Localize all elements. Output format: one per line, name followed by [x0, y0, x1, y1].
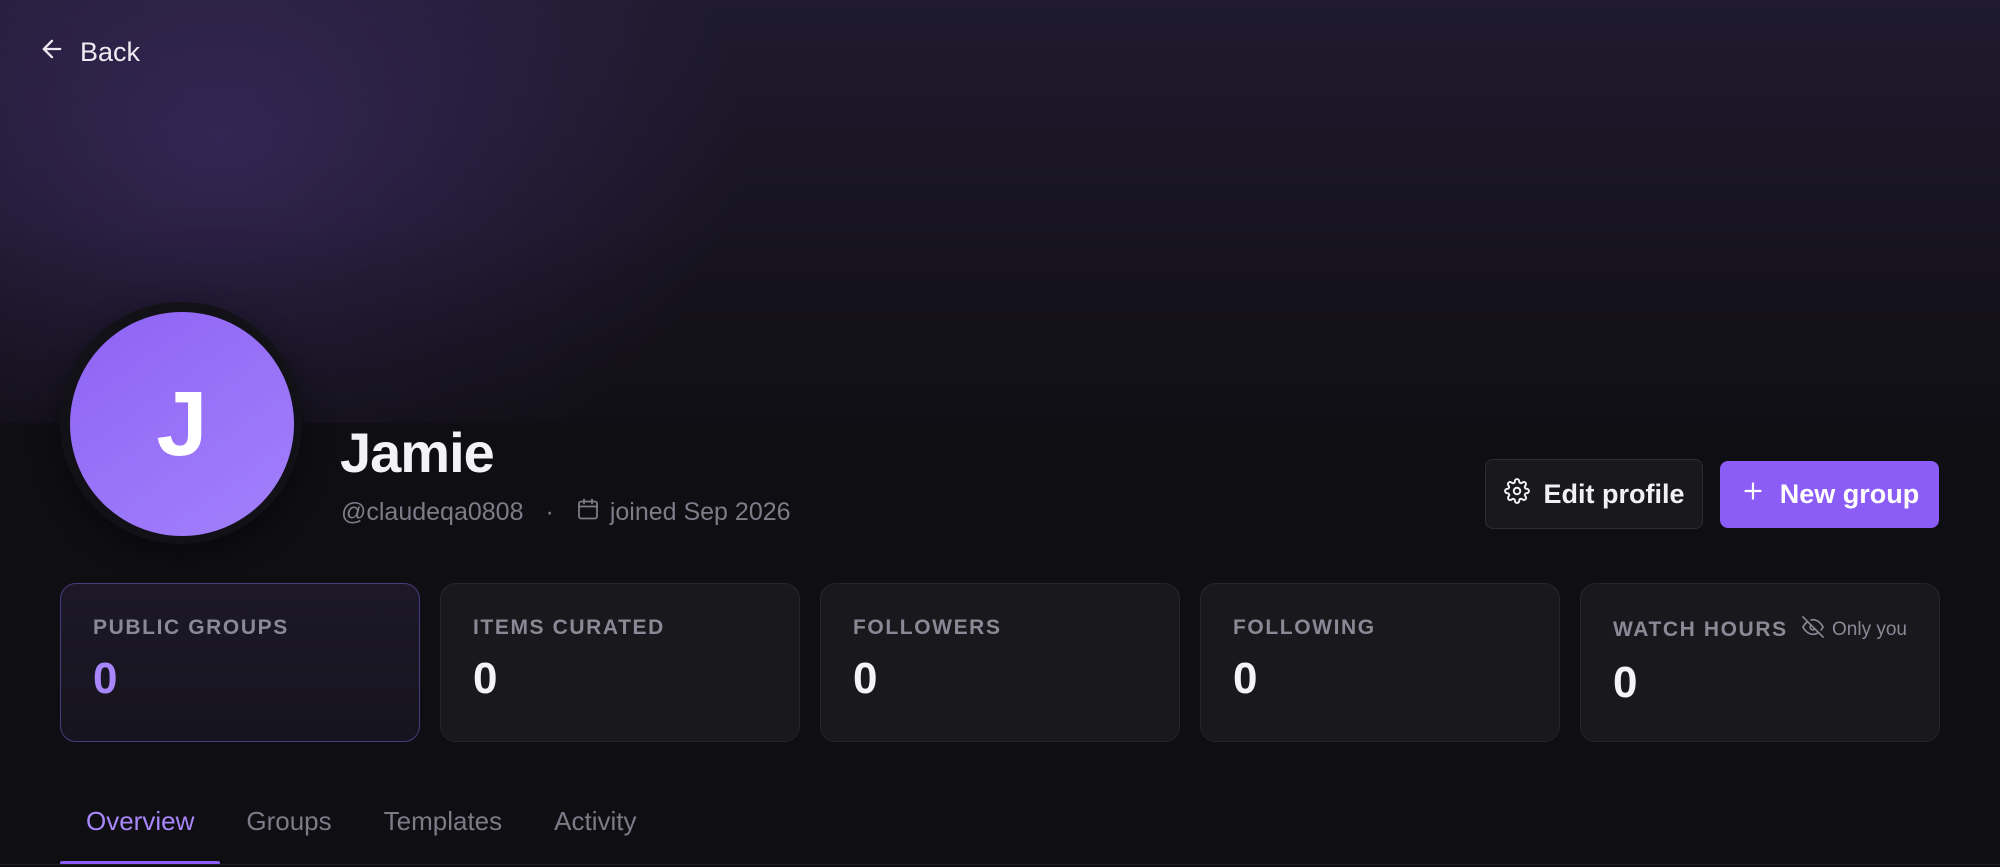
profile-banner: [0, 0, 2000, 423]
new-group-label: New group: [1779, 479, 1920, 509]
joined-label: joined Sep 2026: [609, 497, 791, 526]
profile-page: Back J Jamie @claudeqa0808 · joined Sep …: [0, 0, 2000, 867]
stat-label: ITEMS CURATED: [473, 616, 665, 639]
new-group-button[interactable]: New group: [1720, 461, 1939, 528]
profile-handle: @claudeqa0808: [341, 497, 524, 526]
stat-card-public-groups[interactable]: PUBLIC GROUPS 0: [60, 583, 420, 742]
stat-card-watch-hours: WATCH HOURS Only you 0: [1580, 583, 1940, 742]
profile-meta: @claudeqa0808 · joined Sep 2026: [341, 494, 791, 530]
stat-value: 0: [853, 654, 878, 703]
gear-icon: [1503, 477, 1530, 511]
stat-value: 0: [1233, 654, 1258, 703]
avatar-initial: J: [156, 372, 208, 475]
calendar-icon: [576, 497, 600, 528]
plus-icon: [1740, 478, 1766, 511]
stats-row: PUBLIC GROUPS 0 ITEMS CURATED 0 FOLLOWER…: [60, 583, 1940, 742]
tab-overview[interactable]: Overview: [60, 792, 221, 867]
tab-templates[interactable]: Templates: [358, 792, 529, 867]
joined-date: joined Sep 2026: [576, 497, 791, 528]
edit-profile-label: Edit profile: [1543, 478, 1685, 509]
tab-activity[interactable]: Activity: [528, 792, 662, 867]
profile-name: Jamie: [340, 421, 495, 484]
stat-label: FOLLOWING: [1233, 616, 1376, 639]
stat-label: PUBLIC GROUPS: [93, 616, 289, 639]
back-link[interactable]: Back: [38, 32, 140, 72]
stat-value: 0: [473, 654, 498, 703]
tabs-divider: [0, 864, 2000, 865]
edit-profile-button[interactable]: Edit profile: [1485, 459, 1703, 529]
stat-head: WATCH HOURS Only you: [1613, 616, 1907, 644]
profile-tabs: Overview Groups Templates Activity: [60, 792, 662, 867]
eye-off-icon: [1802, 616, 1824, 644]
stat-value: 0: [93, 654, 118, 703]
private-badge: Only you: [1802, 616, 1907, 644]
tab-groups[interactable]: Groups: [220, 792, 357, 867]
back-label: Back: [80, 36, 141, 67]
meta-separator: ·: [545, 497, 554, 526]
stat-label: WATCH HOURS: [1613, 618, 1788, 641]
private-label: Only you: [1832, 619, 1907, 640]
stat-value: 0: [1613, 658, 1638, 707]
stat-card-following[interactable]: FOLLOWING 0: [1200, 583, 1560, 742]
stat-label: FOLLOWERS: [853, 616, 1002, 639]
stat-card-followers[interactable]: FOLLOWERS 0: [820, 583, 1180, 742]
stat-card-items-curated[interactable]: ITEMS CURATED 0: [440, 583, 800, 742]
arrow-left-icon: [38, 35, 66, 70]
avatar: J: [70, 312, 294, 536]
